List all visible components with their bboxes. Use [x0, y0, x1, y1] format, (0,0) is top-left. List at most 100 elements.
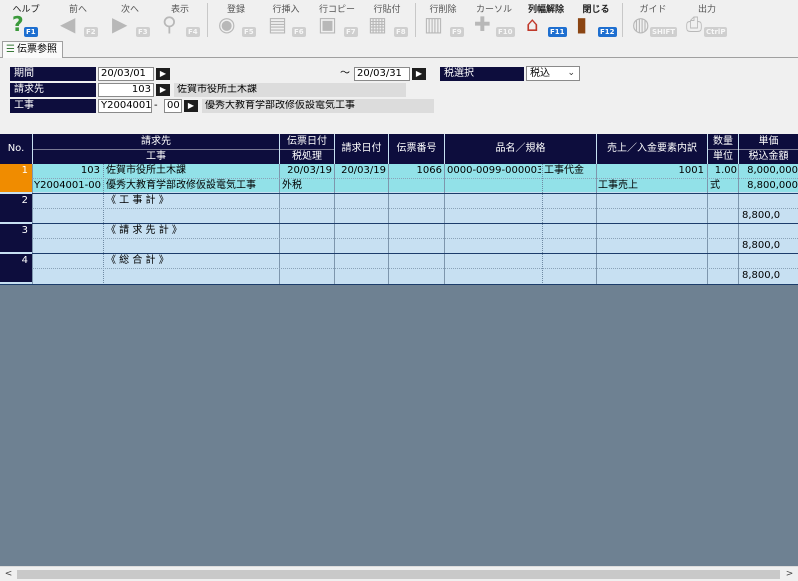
delete-row-icon: ▥	[424, 12, 443, 36]
row1-sales-code[interactable]: 1001	[598, 164, 704, 178]
row-number-4[interactable]: 4	[0, 254, 32, 282]
row3-amount[interactable]: 8,800,0	[742, 239, 798, 253]
col-qty-header: 数量	[708, 134, 738, 149]
row1-price[interactable]: 8,000,000	[740, 164, 798, 178]
cursor-icon: ✚	[474, 12, 491, 36]
period-to-field[interactable]: 20/03/31	[354, 67, 410, 81]
close-button[interactable]: 閉じる ▮ F12	[572, 0, 620, 40]
row1-amount[interactable]: 8,800,000	[740, 179, 798, 193]
row1-slip-date[interactable]: 20/03/19	[282, 164, 332, 178]
guide-button[interactable]: ガイド ◍ SHIFT	[626, 0, 680, 40]
tab-strip: ☰ 伝票参照	[0, 40, 798, 58]
row1-customer-name[interactable]: 佐賀市役所土木課	[106, 164, 278, 178]
row1-slip-no[interactable]: 1066	[390, 164, 442, 178]
row1-project-name[interactable]: 優秀大教育学部改修仮設電気工事	[106, 179, 278, 193]
project-name-field: 優秀大教育学部改修仮設電気工事	[202, 99, 434, 113]
row2-amount[interactable]: 8,800,0	[742, 209, 798, 223]
scrollbar-thumb[interactable]	[17, 570, 780, 579]
cursor-button[interactable]: カーソル ✚ F10	[468, 0, 520, 40]
ctrlp-key-badge: CtrlP	[704, 27, 728, 37]
period-from-field[interactable]: 20/03/01	[98, 67, 154, 81]
copy-row-button[interactable]: 行コピー ▣ F7	[312, 0, 362, 40]
slip-grid: No. 請求先 工事 伝票日付 税処理 請求日付 伝票番号 品名／規格 売上／入…	[0, 134, 798, 285]
period-from-picker-button[interactable]: ▶	[156, 68, 170, 80]
f1-key-badge: F1	[24, 27, 38, 37]
close-door-icon: ▮	[576, 12, 588, 36]
col-slip-date-header: 伝票日付	[280, 134, 334, 149]
horizontal-scrollbar[interactable]: < >	[0, 566, 798, 581]
f11-key-badge: F11	[548, 27, 567, 37]
row1-tax-proc[interactable]: 外税	[282, 179, 332, 193]
delete-row-button[interactable]: 行削除 ▥ F9	[418, 0, 468, 40]
arrow-right-icon: ▶	[112, 12, 128, 36]
customer-name-field: 佐賀市役所土木課	[174, 83, 406, 97]
row-number-3[interactable]: 3	[0, 224, 32, 252]
grid-hline	[32, 208, 798, 209]
header-divider	[280, 149, 334, 150]
grid-vline	[444, 164, 445, 285]
row4-grand-total-label: 《 総 合 計 》	[106, 255, 169, 266]
grid-vline	[334, 164, 335, 285]
grid-vline	[32, 164, 33, 285]
grid-vline	[279, 164, 280, 285]
col-no-header: No.	[0, 134, 32, 164]
project-label: 工事	[10, 99, 96, 113]
row1-sales-name[interactable]: 工事売上	[598, 179, 704, 193]
f10-key-badge: F10	[496, 27, 515, 37]
scroll-right-icon[interactable]: >	[782, 568, 797, 581]
row1-unit[interactable]: 式	[710, 179, 737, 193]
grid-vline	[738, 164, 739, 285]
register-button[interactable]: 登録 ◉ F5	[212, 0, 260, 40]
period-to-picker-button[interactable]: ▶	[412, 68, 426, 80]
tax-select-label: 税選択	[440, 67, 524, 81]
col-customer-header: 請求先	[33, 134, 279, 149]
register-icon: ◉	[218, 12, 236, 36]
customer-code-field[interactable]: 103	[98, 83, 154, 97]
chevron-down-icon: ⌄	[567, 68, 575, 78]
project-code-field[interactable]: Y2004001	[98, 99, 152, 113]
output-button[interactable]: 出力 ⎙ CtrlP	[680, 0, 734, 40]
row1-project-code[interactable]: Y2004001-00	[34, 179, 102, 193]
row1-bill-date[interactable]: 20/03/19	[336, 164, 386, 178]
scroll-left-icon[interactable]: <	[1, 568, 16, 581]
col-amount-header: 税込金額	[739, 149, 798, 164]
print-icon: ⎙	[686, 12, 702, 36]
toolbar-separator	[207, 3, 208, 37]
project-branch-field[interactable]: 00	[164, 99, 182, 113]
row4-amount[interactable]: 8,800,0	[742, 269, 798, 283]
row1-item-name[interactable]: 工事代金	[544, 164, 596, 178]
paste-row-button[interactable]: 行貼付 ▦ F8	[362, 0, 412, 40]
period-label: 期間	[10, 67, 96, 81]
grid-vline	[388, 164, 389, 285]
row1-item-code[interactable]: 0000-0099-000003	[447, 164, 541, 178]
row-number-1[interactable]: 1	[0, 164, 32, 192]
toolbar-separator	[622, 3, 623, 37]
row-number-2[interactable]: 2	[0, 194, 32, 222]
project-picker-button[interactable]: ▶	[184, 100, 198, 112]
document-icon: ☰	[6, 44, 15, 55]
grid-vline	[707, 164, 708, 285]
f3-key-badge: F3	[136, 27, 150, 37]
row3-customer-total-label: 《 請 求 先 計 》	[106, 225, 182, 236]
f5-key-badge: F5	[242, 27, 256, 37]
insert-row-button[interactable]: 行挿入 ▤ F6	[262, 0, 310, 40]
f12-key-badge: F12	[598, 27, 617, 37]
row1-qty[interactable]: 1.00	[709, 164, 737, 178]
help-button[interactable]: ヘルプ ? F1	[4, 0, 48, 40]
header-divider	[708, 149, 798, 150]
row1-customer-code[interactable]: 103	[34, 164, 100, 178]
tax-select-dropdown[interactable]: 税込 ⌄	[526, 66, 580, 81]
customer-picker-button[interactable]: ▶	[156, 84, 170, 96]
toolbar: ヘルプ ? F1 前へ ◀ F2 次へ ▶ F3 表示 ⚲ F4 登録 ◉ F5…	[0, 0, 798, 40]
column-width-reset-button[interactable]: 列幅解除 ⌂ F11	[520, 0, 572, 40]
search-icon: ⚲	[162, 12, 177, 36]
col-tax-proc-header: 税処理	[280, 149, 334, 164]
insert-row-icon: ▤	[268, 12, 287, 36]
prev-button[interactable]: 前へ ◀ F2	[54, 0, 102, 40]
display-button[interactable]: 表示 ⚲ F4	[156, 0, 204, 40]
grid-vline	[596, 164, 597, 285]
tab-slip-reference[interactable]: ☰ 伝票参照	[2, 41, 63, 58]
grid-vline	[103, 164, 104, 285]
next-button[interactable]: 次へ ▶ F3	[106, 0, 154, 40]
toolbar-separator	[415, 3, 416, 37]
